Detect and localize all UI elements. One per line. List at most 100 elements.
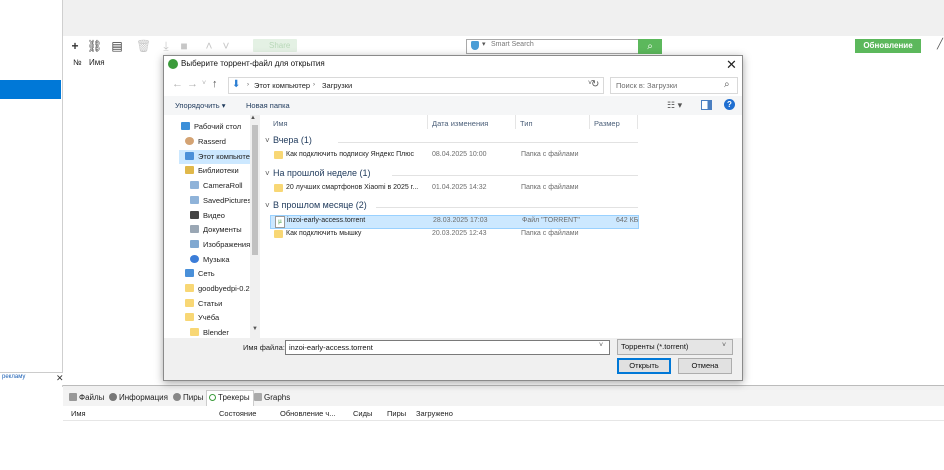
column-separator[interactable] [427, 115, 428, 129]
tab-trackers[interactable]: Трекеры [209, 392, 250, 404]
nav-item-documents[interactable]: Документы [190, 223, 242, 236]
nav-item-desktop[interactable]: Рабочий стол [181, 120, 241, 133]
add-link-icon[interactable]: ⛓ [87, 39, 102, 53]
file-col-size[interactable]: Размер [594, 119, 620, 128]
group-yesterday[interactable]: Вчера (1) [273, 135, 312, 145]
search-icon[interactable]: ⌕ [724, 79, 730, 90]
scroll-up-icon[interactable]: ▲ [250, 115, 256, 121]
nav-item-network[interactable]: Сеть [185, 267, 215, 280]
panel-edge-icon[interactable]: ╱ [937, 39, 944, 53]
nav-item-label: Изображения [203, 240, 251, 249]
close-icon[interactable]: ✕ [726, 57, 737, 73]
open-button[interactable]: Открыть [617, 358, 671, 374]
column-name[interactable]: Имя [89, 58, 105, 67]
preview-pane-icon[interactable] [701, 100, 712, 110]
file-type: Папка с файлами [521, 230, 579, 237]
nav-item-music[interactable]: Музыка [190, 253, 230, 266]
file-row-selected[interactable]: µ inzoi-early-access.torrent 28.03.2025 … [270, 215, 639, 229]
create-torrent-icon[interactable]: ▤ [110, 39, 124, 53]
breadcrumb-downloads[interactable]: Загрузки [322, 81, 352, 90]
bcol-downloaded[interactable]: Загружено [416, 409, 453, 418]
nav-scrollbar-thumb[interactable] [252, 125, 258, 255]
organize-button[interactable]: Упорядочить ▾ [175, 101, 225, 110]
back-arrow-icon[interactable]: ← [172, 78, 183, 90]
recent-chevron-icon[interactable]: ˅ [202, 80, 206, 87]
nav-item-goodbyedpi[interactable]: goodbyedpi-0.2. [185, 282, 252, 295]
up-arrow-icon[interactable]: ↑ [212, 78, 218, 90]
collapse-chevron-icon[interactable]: ˅ [265, 201, 270, 210]
chevron-down-icon[interactable]: ˅ [722, 342, 726, 349]
new-folder-button[interactable]: Новая папка [246, 101, 290, 110]
collapse-chevron-icon[interactable]: ˅ [265, 169, 270, 178]
nav-item-video[interactable]: Видео [190, 209, 225, 222]
folder-search-input[interactable]: Поиск в: Загрузки ⌕ [610, 77, 738, 94]
tab-graphs-label: Graphs [264, 393, 291, 402]
search-icon[interactable]: ⌕ [638, 39, 662, 54]
group-last-week[interactable]: На прошлой неделе (1) [273, 168, 371, 178]
file-col-date[interactable]: Дата изменения [432, 119, 488, 128]
file-type: Папка с файлами [521, 151, 579, 158]
file-col-name[interactable]: Имя [273, 119, 288, 128]
file-type-filter[interactable]: Торренты (*.torrent) ˅ [617, 339, 733, 355]
nav-item-articles[interactable]: Статьи [185, 297, 222, 310]
bcol-state[interactable]: Состояние [219, 409, 256, 418]
tab-trackers-label: Трекеры [218, 393, 250, 402]
update-button[interactable]: Обновление [855, 39, 921, 53]
nav-item-study[interactable]: Учёба [185, 311, 219, 324]
nav-item-label: Rasserd [198, 137, 226, 146]
ad-label[interactable]: рекламу [2, 374, 25, 380]
smart-search-input[interactable]: ▾ Smart Search [466, 39, 640, 54]
tab-info[interactable]: Информация [109, 392, 168, 404]
file-col-type[interactable]: Тип [520, 119, 533, 128]
file-name-input[interactable]: inzoi-early-access.torrent ˅ [285, 340, 610, 355]
column-num[interactable]: № [73, 58, 82, 67]
bcol-name[interactable]: Имя [71, 409, 86, 418]
column-separator[interactable] [515, 115, 516, 129]
nav-item-this-pc[interactable]: Этот компьютер [185, 150, 254, 163]
address-bar[interactable]: ⬇ › Этот компьютер › Загрузки ˅ ↻ [228, 77, 604, 94]
add-torrent-icon[interactable]: + [68, 39, 82, 53]
breadcrumb-this-pc[interactable]: Этот компьютер [254, 81, 310, 90]
file-row[interactable]: Как подключить подписку Яндекс Плюс 08.0… [270, 150, 637, 162]
download-icon[interactable]: ⤓ [159, 39, 173, 53]
forward-arrow-icon[interactable]: → [187, 78, 198, 90]
file-row[interactable]: Как подключить мышку 20.03.2025 12:43 Па… [270, 229, 637, 241]
chevron-down-icon[interactable]: ˅ [599, 342, 603, 349]
nav-item-libraries[interactable]: Библиотеки [185, 164, 239, 177]
file-row[interactable]: 20 лучших смартфонов Xiaomi в 2025 г... … [270, 183, 637, 195]
sidebar-selected-item[interactable] [0, 80, 61, 99]
chevron-down-icon[interactable]: ▾ [482, 40, 486, 48]
top-banner-area [63, 0, 944, 36]
chevron-right-icon[interactable]: › [313, 82, 315, 88]
bcol-peers[interactable]: Пиры [387, 409, 406, 418]
collapse-chevron-icon[interactable]: ˅ [265, 136, 270, 145]
ad-close-icon[interactable]: ✕ [56, 373, 64, 384]
share-button[interactable]: Share [253, 39, 297, 52]
refresh-icon[interactable]: ↻ [591, 79, 599, 90]
file-name: Как подключить подписку Яндекс Плюс [286, 151, 415, 158]
nav-item-user[interactable]: Rasserd [185, 135, 226, 148]
column-separator[interactable] [637, 115, 638, 129]
move-up-icon[interactable]: ˄ [202, 39, 216, 53]
help-icon[interactable]: ? [724, 99, 735, 110]
bcol-update[interactable]: Обновление ч... [280, 409, 336, 418]
tab-graphs[interactable]: Graphs [254, 392, 290, 404]
move-down-icon[interactable]: ˅ [219, 39, 233, 53]
file-type-filter-value: Торренты (*.torrent) [621, 342, 689, 351]
group-last-month[interactable]: В прошлом месяце (2) [273, 200, 367, 210]
tab-peers[interactable]: Пиры [173, 392, 203, 404]
view-options-icon[interactable]: ☷ ▾ [667, 100, 682, 111]
nav-item-savedpictures[interactable]: SavedPictures [190, 194, 251, 207]
cancel-button[interactable]: Отмена [678, 358, 732, 374]
stop-icon[interactable]: ■ [177, 39, 191, 53]
bcol-seeds[interactable]: Сиды [353, 409, 372, 418]
tab-files[interactable]: Файлы [69, 392, 104, 404]
scroll-down-icon[interactable]: ▼ [252, 326, 258, 332]
nav-item-cameraroll[interactable]: CameraRoll [190, 179, 243, 192]
nav-item-pictures[interactable]: Изображения [190, 238, 250, 251]
chevron-right-icon[interactable]: › [247, 82, 249, 88]
column-separator[interactable] [589, 115, 590, 129]
nav-item-blender[interactable]: Blender [190, 326, 229, 339]
dialog-titlebar[interactable]: Выберите торрент-файл для открытия ✕ [164, 56, 742, 73]
delete-icon[interactable]: 🗑 [136, 39, 151, 53]
